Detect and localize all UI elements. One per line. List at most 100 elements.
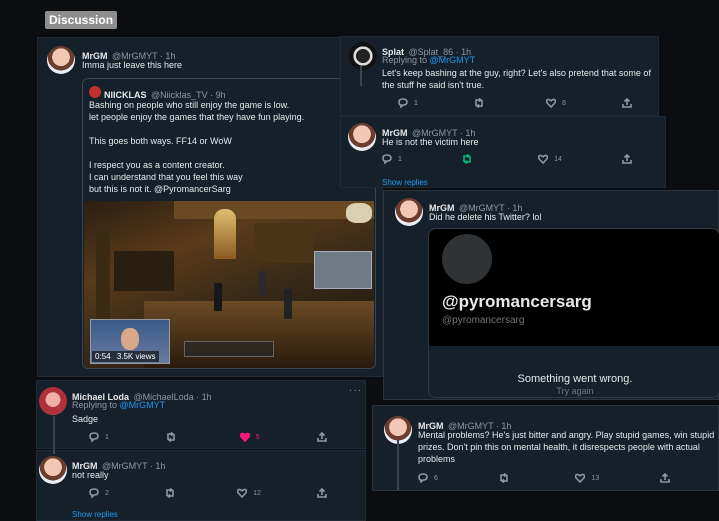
reply-count: 1 bbox=[105, 433, 109, 441]
reply-icon bbox=[89, 432, 99, 442]
share-button[interactable] bbox=[317, 488, 327, 498]
like-button[interactable]: 5 bbox=[239, 432, 260, 442]
like-button[interactable]: 13 bbox=[575, 473, 599, 483]
tweet-text: He is not the victim here bbox=[382, 137, 479, 147]
avatar[interactable] bbox=[39, 456, 67, 484]
retweet-button[interactable] bbox=[499, 473, 515, 483]
replying-to-link[interactable]: @MrGMYT bbox=[430, 55, 476, 65]
retweet-button[interactable] bbox=[166, 432, 182, 442]
heart-icon bbox=[538, 154, 549, 164]
retweet-icon bbox=[499, 473, 508, 483]
share-icon bbox=[622, 98, 632, 108]
replying-to-link[interactable]: @MrGMYT bbox=[120, 400, 166, 410]
tweet-text: Sadge bbox=[72, 414, 99, 424]
retweet-icon bbox=[166, 488, 174, 498]
share-icon bbox=[317, 488, 327, 498]
share-button[interactable] bbox=[622, 98, 632, 108]
share-button[interactable] bbox=[660, 473, 670, 483]
profile-display-name: @pyromancersarg bbox=[442, 292, 592, 311]
window bbox=[254, 223, 314, 263]
player-character bbox=[259, 271, 266, 295]
quoted-tweet[interactable]: NIICKLAS @Niicklas_TV · 9h Bashing on pe… bbox=[82, 78, 376, 369]
try-again-link[interactable]: Try again bbox=[429, 386, 719, 396]
tweet-text: Let's keep bashing at the guy, right? Le… bbox=[382, 68, 651, 90]
heart-icon bbox=[239, 432, 250, 442]
tweet-text: Did he delete his Twitter? lol bbox=[429, 212, 542, 222]
more-options-icon[interactable]: ··· bbox=[349, 385, 362, 396]
video-views: 3.5K views bbox=[116, 352, 156, 361]
replying-to-label: Replying to bbox=[72, 400, 120, 410]
tweet-mental[interactable]: MrGM @MrGMYT · 1h Mental problems? He's … bbox=[372, 405, 719, 491]
reply-count: 2 bbox=[105, 489, 109, 497]
reply-button[interactable]: 1 bbox=[398, 98, 418, 108]
avatar[interactable] bbox=[89, 86, 101, 98]
reply-count: 1 bbox=[398, 155, 402, 163]
reply-icon bbox=[382, 154, 392, 164]
tweet-victim[interactable]: MrGM @MrGMYT · 1h He is not the victim h… bbox=[340, 116, 666, 188]
like-count: 12 bbox=[253, 489, 261, 497]
discussion-badge: Discussion bbox=[45, 11, 118, 29]
avatar[interactable] bbox=[47, 46, 75, 74]
thread-line bbox=[53, 416, 55, 454]
like-count: 5 bbox=[255, 433, 260, 441]
streamer-face bbox=[121, 328, 139, 350]
video-duration: 0:54 bbox=[95, 352, 111, 361]
share-icon bbox=[622, 154, 632, 164]
tweet-not-really[interactable]: MrGM @MrGMYT · 1h not really 2 12 Show r… bbox=[36, 450, 366, 521]
like-button[interactable]: 14 bbox=[538, 154, 562, 164]
embedded-profile-card[interactable]: @pyromancersarg @pyromancersarg Somethin… bbox=[428, 228, 719, 398]
reply-button[interactable]: 6 bbox=[418, 473, 438, 483]
reply-count: 1 bbox=[414, 99, 418, 107]
hud-icon bbox=[346, 203, 372, 223]
reply-icon bbox=[418, 473, 428, 483]
retweet-button[interactable] bbox=[165, 488, 181, 498]
thread-line bbox=[360, 66, 362, 86]
heart-icon bbox=[237, 488, 248, 498]
tweet-splat[interactable]: Splat @Splat_86 · 1h Replying to @MrGMYT… bbox=[340, 36, 659, 116]
reply-button[interactable]: 2 bbox=[89, 488, 109, 498]
like-count: 13 bbox=[591, 474, 600, 482]
hud-chat bbox=[184, 341, 274, 357]
retweet-icon bbox=[167, 432, 176, 442]
avatar[interactable] bbox=[348, 123, 376, 151]
wall bbox=[114, 251, 174, 291]
share-button[interactable] bbox=[622, 154, 632, 164]
like-button[interactable]: 12 bbox=[237, 488, 261, 498]
reply-icon bbox=[89, 488, 99, 498]
avatar[interactable] bbox=[395, 198, 423, 226]
share-button[interactable] bbox=[317, 432, 327, 442]
tweet-text: Imma just leave this here bbox=[82, 60, 183, 70]
reply-count: 6 bbox=[434, 474, 438, 482]
reply-button[interactable]: 1 bbox=[382, 154, 402, 164]
avatar[interactable] bbox=[39, 387, 67, 415]
reply-button[interactable]: 1 bbox=[89, 432, 109, 442]
video-thumbnail[interactable]: 0:54 3.5K views bbox=[84, 201, 374, 368]
like-count: 8 bbox=[562, 99, 566, 107]
profile-handle: @pyromancersarg bbox=[442, 315, 525, 326]
retweet-icon bbox=[463, 154, 471, 164]
like-count: 14 bbox=[554, 155, 562, 163]
heart-icon bbox=[546, 98, 557, 108]
retweet-icon bbox=[475, 98, 483, 108]
share-icon bbox=[317, 432, 327, 442]
player-character bbox=[214, 283, 222, 311]
show-replies-link[interactable]: Show replies bbox=[72, 510, 118, 519]
reply-icon bbox=[398, 98, 408, 108]
show-replies-link[interactable]: Show replies bbox=[382, 178, 428, 187]
window bbox=[214, 209, 236, 259]
author-handle: @MrGMYT · 1h bbox=[101, 461, 166, 471]
like-button[interactable]: 8 bbox=[546, 98, 566, 108]
tweet-text: not really bbox=[72, 470, 109, 480]
hud-panel bbox=[314, 251, 372, 289]
profile-avatar-placeholder bbox=[442, 234, 492, 284]
replying-to-label: Replying to bbox=[382, 55, 430, 65]
tweet-main[interactable]: MrGM @MrGMYT · 1h Imma just leave this h… bbox=[37, 37, 383, 377]
tweet-loda[interactable]: ··· Michael Loda @MichaelLoda · 1h Reply… bbox=[36, 380, 366, 449]
retweet-button[interactable] bbox=[462, 154, 478, 164]
avatar[interactable] bbox=[349, 42, 377, 70]
thread-line bbox=[397, 440, 399, 490]
quoted-text: Bashing on people who still enjoy the ga… bbox=[89, 100, 305, 194]
retweet-button[interactable] bbox=[474, 98, 490, 108]
tweet-delete[interactable]: MrGM @MrGMYT · 1h Did he delete his Twit… bbox=[383, 190, 719, 400]
building-roof bbox=[174, 201, 374, 219]
